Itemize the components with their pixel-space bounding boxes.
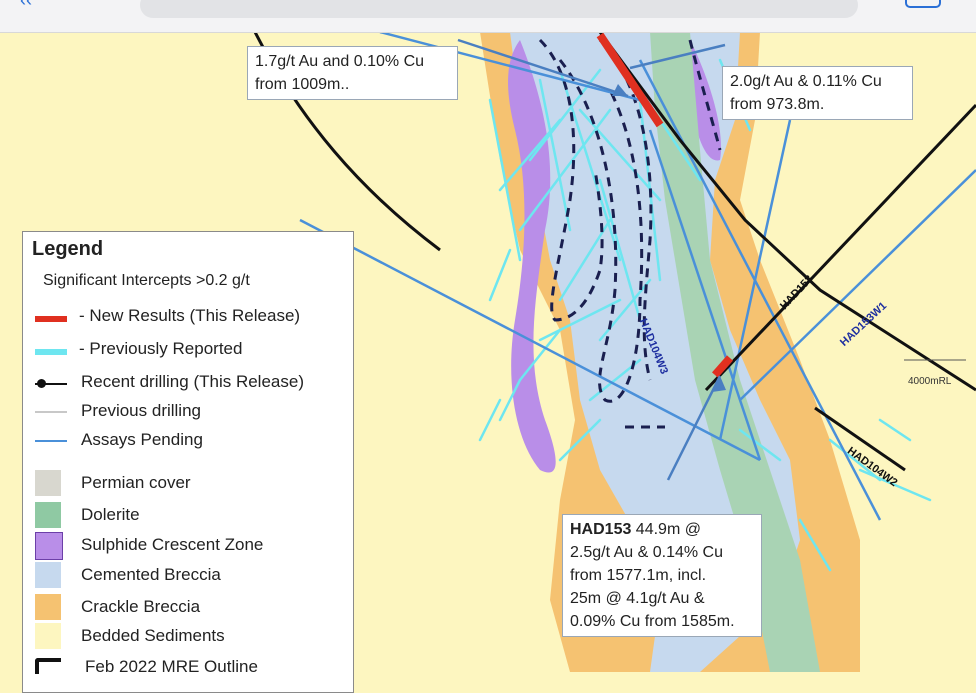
callout-top-right-line2: from 973.8m. <box>730 96 825 113</box>
callout-had153-hole: HAD153 <box>570 521 632 538</box>
tabs-icon[interactable] <box>905 0 941 8</box>
address-bar[interactable] <box>140 0 858 18</box>
browser-toolbar: ‹‹ <box>0 0 976 33</box>
geological-section-map: HAD104W3 HAD153 HAD153W1 HAD104W2 4000mR… <box>0 32 976 693</box>
callout-top-right: 2.0g/t Au & 0.11% Cu from 973.8m. <box>722 66 913 120</box>
back-arrow-icon[interactable]: ‹‹ <box>20 0 32 11</box>
callout-had153: HAD153 44.9m @ 2.5g/t Au & 0.14% Cu from… <box>562 514 762 637</box>
callout-top-left-line2: from 1009m.. <box>255 76 350 93</box>
callout-top-right-line1: 2.0g/t Au & 0.11% Cu <box>730 73 882 90</box>
callout-had153-line1: 44.9m @ <box>631 521 701 538</box>
legend-title: Legend <box>32 238 104 260</box>
legend-subtitle: Significant Intercepts >0.2 g/t <box>43 272 250 289</box>
rl-label: 4000mRL <box>908 376 952 387</box>
callout-top-left-line1: 1.7g/t Au and 0.10% Cu <box>255 53 425 70</box>
callout-had153-line2: 2.5g/t Au & 0.14% Cu <box>570 544 723 561</box>
callout-had153-line4: 25m @ 4.1g/t Au & <box>570 590 705 607</box>
callout-had153-line3: from 1577.1m, incl. <box>570 567 707 584</box>
callout-top-left: 1.7g/t Au and 0.10% Cu from 1009m.. <box>247 46 458 100</box>
callout-had153-line5: 0.09% Cu from 1585m. <box>570 613 735 630</box>
legend-panel: Legend Significant Intercepts >0.2 g/t -… <box>22 231 354 693</box>
